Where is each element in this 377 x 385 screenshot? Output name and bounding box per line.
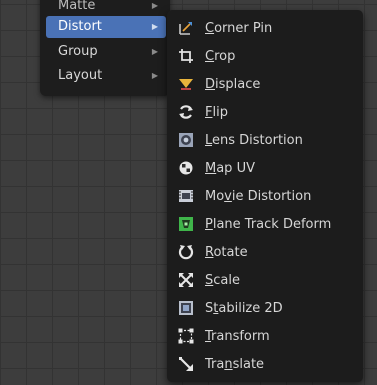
displace-icon: [178, 76, 194, 92]
submenu-arrow-icon: ▶: [151, 47, 158, 56]
menu-item-distort[interactable]: Distort ▶: [46, 16, 166, 38]
stabilize-icon: [178, 300, 194, 316]
menu-item-plane-track-deform[interactable]: Plane Track Deform: [171, 211, 359, 237]
flip-icon: [178, 104, 194, 120]
menu-item-movie-distortion[interactable]: Movie Distortion: [171, 183, 359, 209]
lens-distortion-icon: [178, 132, 194, 148]
menu-item-lens-distortion[interactable]: Lens Distortion: [171, 127, 359, 153]
menu-item-rotate[interactable]: Rotate: [171, 239, 359, 265]
transform-icon: [178, 328, 194, 344]
corner-pin-icon: [178, 20, 194, 36]
submenu-arrow-icon: ▶: [151, 1, 158, 10]
add-menu-category-list: Matte ▶ Distort ▶ Group ▶ Layout ▶: [40, 0, 170, 96]
rotate-icon: [178, 244, 194, 260]
movie-distortion-icon: [178, 188, 194, 204]
map-uv-icon: [178, 160, 194, 176]
submenu-arrow-icon: ▶: [151, 22, 158, 31]
menu-item-corner-pin[interactable]: Corner Pin: [171, 15, 359, 41]
menu-item-translate[interactable]: Translate: [171, 351, 359, 377]
menu-item-crop[interactable]: Crop: [171, 43, 359, 69]
menu-item-layout[interactable]: Layout ▶: [46, 65, 166, 87]
node-editor-canvas[interactable]: Matte ▶ Distort ▶ Group ▶ Layout ▶ Corne…: [0, 0, 377, 385]
submenu-arrow-icon: ▶: [151, 71, 158, 80]
menu-item-label: Matte: [58, 0, 96, 12]
scale-icon: [178, 272, 194, 288]
menu-item-transform[interactable]: Transform: [171, 323, 359, 349]
menu-item-group[interactable]: Group ▶: [46, 41, 166, 63]
menu-item-label: Distort: [58, 19, 102, 34]
menu-item-map-uv[interactable]: Map UV: [171, 155, 359, 181]
menu-item-label: Layout: [58, 68, 103, 83]
crop-icon: [178, 48, 194, 64]
plane-track-icon: [178, 216, 194, 232]
translate-icon: [178, 356, 194, 372]
menu-item-flip[interactable]: Flip: [171, 99, 359, 125]
distort-submenu: Corner Pin Crop Displace Flip Lens Disto: [167, 10, 363, 382]
menu-item-matte[interactable]: Matte ▶: [46, 0, 166, 12]
menu-item-stabilize-2d[interactable]: Stabilize 2D: [171, 295, 359, 321]
menu-item-scale[interactable]: Scale: [171, 267, 359, 293]
menu-item-displace[interactable]: Displace: [171, 71, 359, 97]
menu-item-label: Group: [58, 44, 98, 59]
